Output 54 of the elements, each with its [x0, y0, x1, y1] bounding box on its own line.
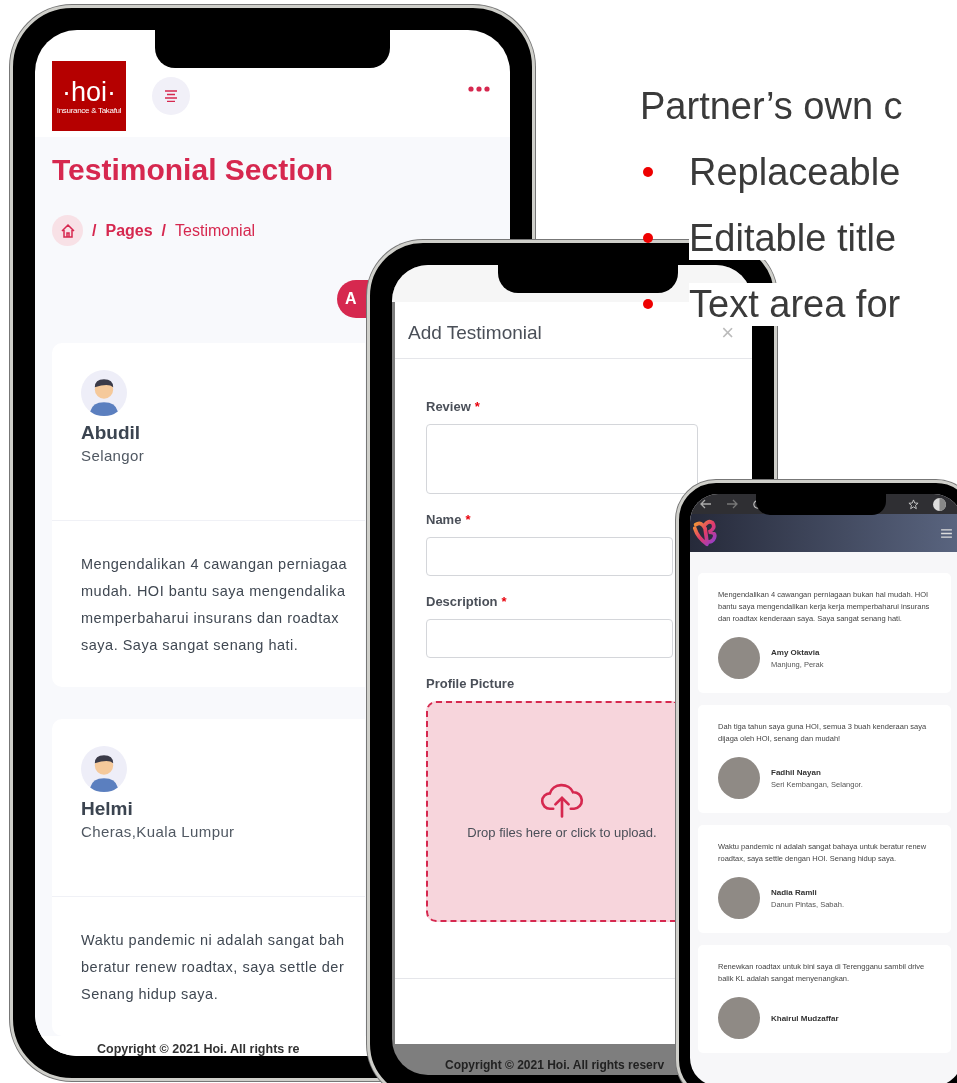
profile-icon[interactable] [933, 497, 946, 511]
photo-placeholder [718, 637, 760, 679]
person-name: Nadia Ramli [771, 887, 818, 897]
star-icon[interactable] [908, 498, 919, 510]
person-name: Abudil [81, 422, 142, 444]
breadcrumb-link[interactable]: Pages [105, 221, 153, 240]
page-title: Testimonial Section [52, 153, 335, 187]
field-label: Profile Picture [426, 676, 515, 691]
add-button[interactable]: A [337, 280, 368, 318]
photo-placeholder [718, 757, 760, 799]
forward-arrow-icon[interactable] [726, 499, 738, 509]
bullet-dot [643, 233, 653, 243]
logo-tagline: Insurance & Takaful [56, 105, 122, 115]
person-location: Selangor [81, 447, 146, 464]
person-location: Cheras,Kuala Lumpur [81, 823, 236, 840]
modal-title: Add Testimonial [408, 322, 542, 344]
breadcrumb-separator: / [161, 221, 167, 240]
required-mark: * [501, 594, 507, 609]
person-name: Helmi [81, 798, 134, 820]
photo-placeholder [718, 877, 760, 919]
review-text: Mengendalikan 4 cawangan perniagaa mudah. HOI bantu saya mengendalika memperbaharui insurans dan roadtax saya. Saya sangat senang hati. [80, 555, 349, 655]
field-label: Description [426, 594, 498, 609]
photo-placeholder [718, 997, 760, 1039]
brand-logo-icon[interactable] [692, 519, 720, 547]
bullet-dot [643, 299, 653, 309]
required-mark: * [474, 399, 480, 414]
home-icon [59, 222, 76, 239]
person-name: Khairul Mudzaffar [771, 1013, 839, 1023]
breadcrumb-current: Testimonial [175, 221, 256, 240]
person-name: Amy Oktavia [771, 647, 821, 657]
avatar-icon [81, 746, 127, 792]
dropzone-hint: Drop files here or click to upload. [467, 824, 657, 841]
menu-icon[interactable] [941, 528, 952, 538]
avatar-icon [81, 370, 127, 416]
menu-icon [164, 90, 178, 102]
slide-heading: Partner’s own c [640, 84, 904, 129]
review-field[interactable] [426, 424, 698, 494]
cloud-upload-icon [540, 782, 584, 818]
input-field[interactable] [426, 537, 673, 576]
menu-button[interactable] [152, 77, 190, 115]
field-label: Name [426, 512, 462, 527]
field-label: Review [426, 399, 471, 414]
required-mark: * [465, 512, 471, 527]
footer-text: Copyright © 2021 Hoi. All rights reserv [444, 1057, 666, 1072]
person-name: Fadhil Nayan [771, 767, 822, 777]
review-text: Waktu pandemic ni adalah sangat bah beratur renew roadtax, saya settle der Senang hidup saya. [80, 931, 346, 1004]
input-field[interactable] [426, 619, 673, 658]
breadcrumb-separator: / [92, 221, 97, 240]
back-arrow-icon[interactable] [700, 499, 712, 509]
logo-wordmark: ·hoi· [62, 77, 116, 106]
more-icon[interactable] [468, 86, 490, 92]
bullet-dot [643, 167, 653, 177]
upload-dropzone[interactable]: Drop files here or click to upload. [426, 701, 676, 922]
home-link[interactable] [52, 215, 83, 246]
